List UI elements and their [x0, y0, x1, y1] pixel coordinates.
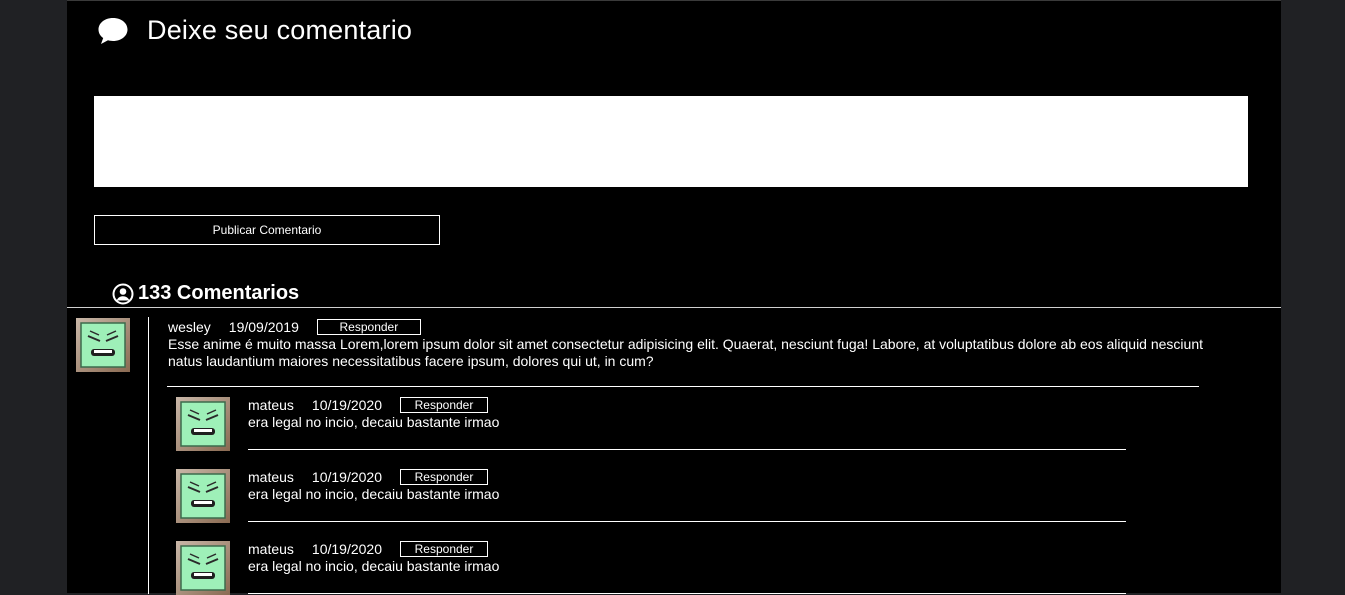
reply-button[interactable]: Responder [316, 319, 421, 335]
reply-meta: mateus 10/19/2020 Responder [248, 397, 488, 413]
user-circle-icon [112, 283, 134, 304]
reply-author[interactable]: mateus [248, 469, 294, 485]
reply-avatar[interactable] [176, 397, 230, 451]
avatar[interactable] [76, 318, 130, 372]
reply-divider [248, 521, 1126, 522]
smiley-box-icon [180, 401, 226, 447]
comments-count: 133 Comentarios [138, 282, 300, 304]
reply-button[interactable]: Responder [400, 469, 488, 485]
thread-line [148, 317, 149, 594]
comments-header: Deixe seu comentario [97, 15, 412, 46]
reply-avatar[interactable] [176, 541, 230, 595]
page-title: Deixe seu comentario [147, 15, 413, 45]
comment-input[interactable] [94, 96, 1248, 187]
smiley-box-icon [80, 322, 126, 368]
comments-count-row: 133 Comentarios [112, 282, 299, 305]
smiley-box-icon [180, 473, 226, 519]
reply-author[interactable]: mateus [248, 541, 294, 557]
comment-meta: wesley 19/09/2019 Responder [168, 319, 421, 335]
comment-text: Esse anime é muito massa Lorem,lorem ips… [168, 336, 1203, 369]
comment-author[interactable]: wesley [168, 319, 211, 335]
comment-divider [167, 386, 1199, 387]
reply-date: 10/19/2020 [311, 397, 382, 413]
reply-author[interactable]: mateus [248, 397, 294, 413]
reply-button[interactable]: Responder [400, 541, 488, 557]
reply-meta: mateus 10/19/2020 Responder [248, 541, 488, 557]
reply-date: 10/19/2020 [311, 541, 382, 557]
reply-date: 10/19/2020 [311, 469, 382, 485]
reply-divider [248, 593, 1126, 594]
reply-text: era legal no incio, decaiu bastante irma… [248, 558, 500, 574]
publish-comment-button[interactable]: Publicar Comentario [94, 215, 440, 245]
reply-avatar[interactable] [176, 469, 230, 523]
reply-text: era legal no incio, decaiu bastante irma… [248, 486, 500, 502]
reply-button[interactable]: Responder [400, 397, 488, 413]
comments-panel: Deixe seu comentario Publicar Comentario… [67, 0, 1281, 595]
speech-bubble-icon [98, 17, 128, 44]
divider [67, 307, 1281, 308]
reply-meta: mateus 10/19/2020 Responder [248, 469, 488, 485]
reply-text: era legal no incio, decaiu bastante irma… [248, 414, 500, 430]
comment-date: 19/09/2019 [228, 319, 299, 335]
smiley-box-icon [180, 545, 226, 591]
reply-divider [248, 449, 1126, 450]
